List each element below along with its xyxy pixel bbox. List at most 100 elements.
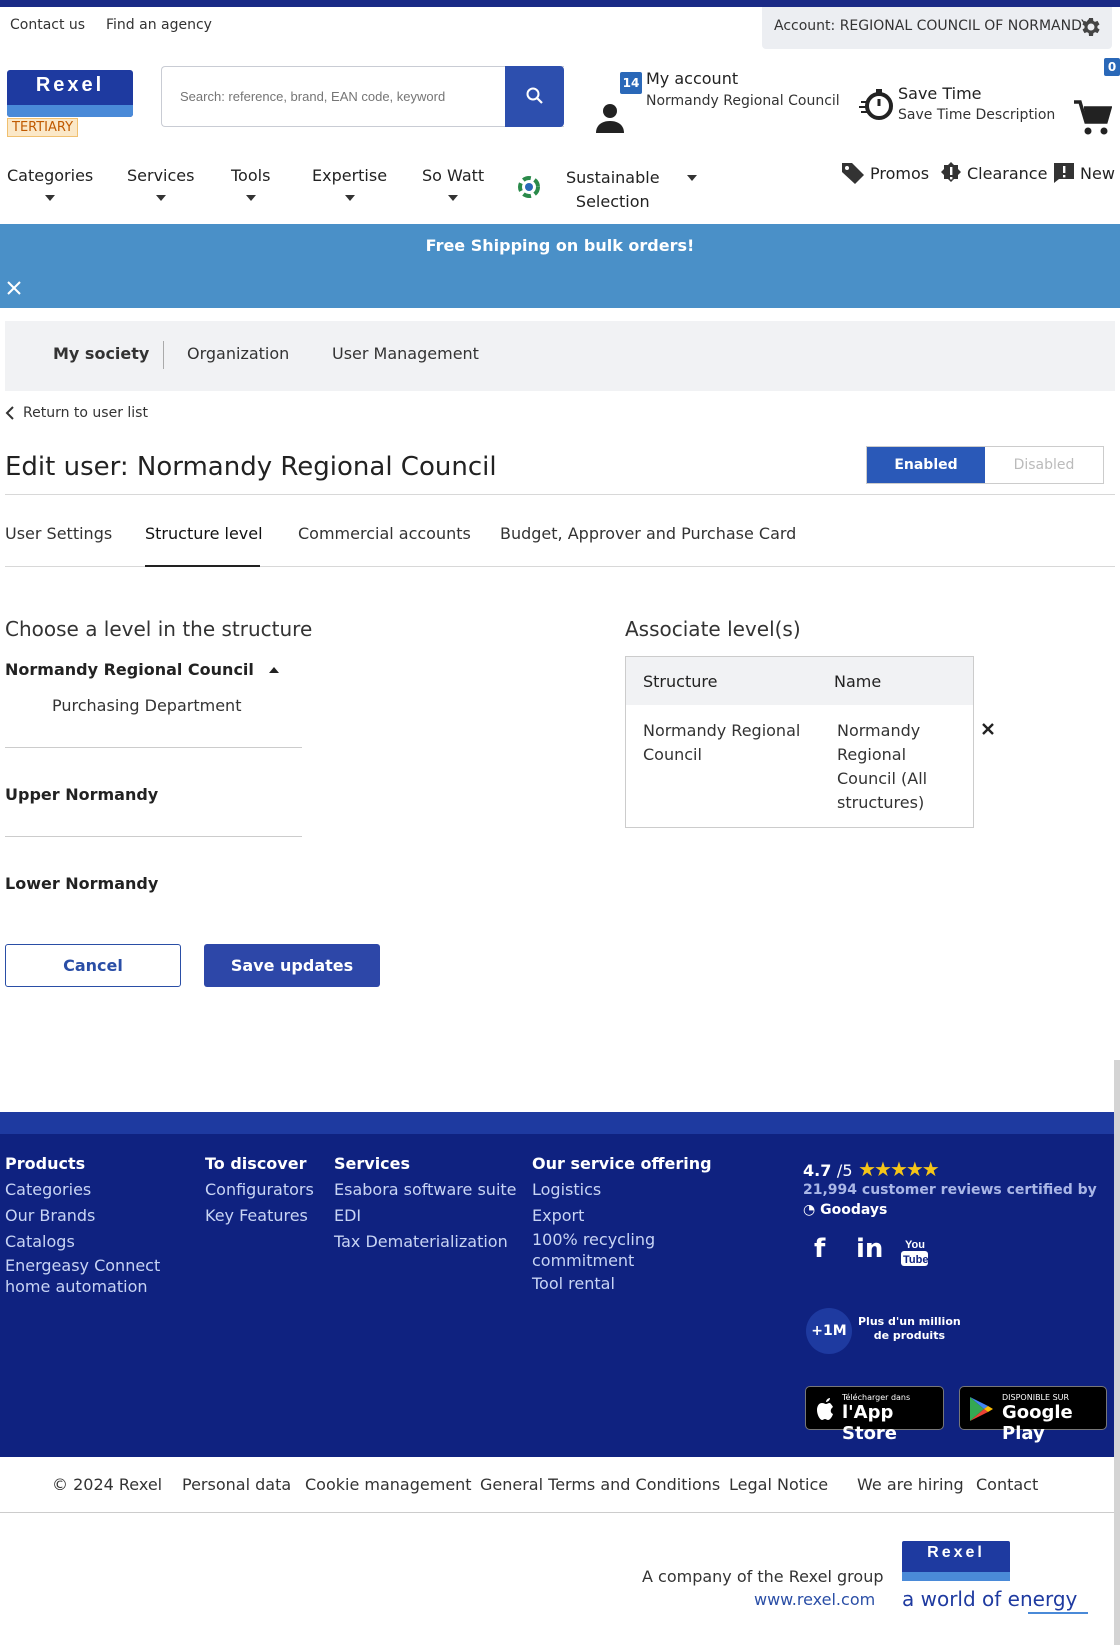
- top-stripe: [0, 0, 1120, 7]
- rexel-group-logo[interactable]: Rexel: [902, 1541, 1010, 1581]
- column-name: Name: [834, 672, 882, 691]
- nav-sustainable-selection[interactable]: Sustainable Selection: [566, 166, 660, 214]
- column-structure: Structure: [643, 672, 718, 691]
- footer-link[interactable]: Esabora software suite: [334, 1177, 517, 1203]
- footer-link[interactable]: Categories: [5, 1177, 165, 1203]
- associate-section-title: Associate level(s): [625, 617, 801, 641]
- legal-link-notice[interactable]: Legal Notice: [729, 1475, 828, 1494]
- divider: [5, 494, 1115, 495]
- tree-item-lower-normandy[interactable]: Lower Normandy: [5, 874, 158, 893]
- footer-link[interactable]: Key Features: [205, 1203, 314, 1229]
- subnav-my-society[interactable]: My society: [53, 344, 149, 363]
- footer-link[interactable]: EDI: [334, 1203, 517, 1229]
- contact-us-link[interactable]: Contact us: [10, 17, 85, 33]
- nav-categories[interactable]: Categories: [7, 166, 93, 201]
- status-disabled-option[interactable]: Disabled: [985, 447, 1103, 483]
- reviews-text: 21,994 customer reviews certified by: [803, 1182, 1097, 1198]
- my-account-link[interactable]: My account: [646, 69, 738, 88]
- footer-link[interactable]: Logistics: [532, 1177, 712, 1203]
- nav-tools[interactable]: Tools: [231, 166, 270, 201]
- footer-link[interactable]: Configurators: [205, 1177, 314, 1203]
- legal-link-cookies[interactable]: Cookie management: [305, 1475, 472, 1494]
- google-play-button[interactable]: DISPONIBLE SUR Google Play: [959, 1386, 1107, 1444]
- status-enabled-option[interactable]: Enabled: [867, 447, 985, 483]
- search-box[interactable]: [161, 66, 564, 127]
- account-selector[interactable]: Account: REGIONAL COUNCIL OF NORMANDY: [762, 7, 1112, 49]
- tab-commercial-accounts[interactable]: Commercial accounts: [298, 524, 471, 543]
- legal-link-contact[interactable]: Contact: [976, 1475, 1038, 1494]
- gear-icon[interactable]: [1078, 15, 1102, 39]
- legal-link-personal-data[interactable]: Personal data: [182, 1475, 291, 1494]
- footer-link[interactable]: Catalogs: [5, 1229, 165, 1255]
- goodays-icon: ◔: [803, 1202, 816, 1218]
- nav-expertise[interactable]: Expertise: [312, 166, 387, 201]
- footer-link[interactable]: 100% recycling commitment: [532, 1229, 662, 1271]
- legal-bar: © 2024 Rexel Personal data Cookie manage…: [0, 1457, 1120, 1513]
- star-rating-icon: ★★★★★: [858, 1157, 940, 1181]
- chevron-down-icon[interactable]: [687, 175, 697, 181]
- footer-link[interactable]: Our Brands: [5, 1203, 165, 1229]
- footer-link[interactable]: Energeasy Connect home automation: [5, 1255, 165, 1297]
- goodays-logo[interactable]: ◔ Goodays: [803, 1202, 887, 1218]
- svg-text:Tube: Tube: [903, 1254, 928, 1266]
- slogan: a world of energy: [902, 1587, 1078, 1611]
- user-icon[interactable]: [595, 102, 625, 134]
- search-input[interactable]: [162, 67, 564, 126]
- subnav-organization[interactable]: Organization: [187, 344, 289, 363]
- save-time-link[interactable]: Save Time: [898, 84, 982, 103]
- cart-icon[interactable]: [1072, 99, 1112, 137]
- tree-item-upper-normandy[interactable]: Upper Normandy: [5, 785, 158, 804]
- apple-icon: [817, 1398, 833, 1420]
- table-header: Structure Name: [626, 657, 973, 705]
- subnav-user-management[interactable]: User Management: [332, 344, 479, 363]
- app-store-button[interactable]: Télécharger dans l'App Store: [805, 1386, 944, 1444]
- nav-promos[interactable]: Promos: [840, 161, 929, 185]
- return-link[interactable]: Return to user list: [5, 405, 148, 421]
- account-name: Normandy Regional Council: [646, 93, 840, 109]
- tab-structure-level[interactable]: Structure level: [145, 524, 263, 543]
- youtube-icon[interactable]: You Tube: [900, 1236, 930, 1268]
- account-label: Account: REGIONAL COUNCIL OF NORMANDY: [774, 18, 1090, 34]
- chevron-up-icon[interactable]: [268, 666, 280, 674]
- status-toggle[interactable]: Enabled Disabled: [866, 446, 1104, 484]
- footer-link[interactable]: Tool rental: [532, 1271, 712, 1297]
- chevron-down-icon: [344, 195, 355, 201]
- chevron-down-icon: [245, 195, 256, 201]
- legal-link-hiring[interactable]: We are hiring: [857, 1475, 964, 1494]
- page-title: Edit user: Normandy Regional Council: [5, 452, 497, 482]
- company-text: A company of the Rexel group: [642, 1567, 884, 1586]
- linkedin-icon[interactable]: in: [856, 1234, 883, 1264]
- slogan-underline: [1028, 1612, 1088, 1614]
- search-icon: [526, 87, 543, 104]
- cancel-button[interactable]: Cancel: [5, 944, 181, 987]
- million-products-text: Plus d'un million de produits: [858, 1315, 961, 1342]
- close-icon[interactable]: [5, 279, 23, 297]
- tree-item-purchasing[interactable]: Purchasing Department: [52, 696, 241, 715]
- nav-services[interactable]: Services: [127, 166, 194, 201]
- tag-icon: [842, 163, 864, 184]
- rating: 4.7 /5 ★★★★★: [803, 1157, 940, 1181]
- search-button[interactable]: [505, 66, 564, 127]
- nav-clearance[interactable]: Clearance: [939, 161, 1047, 185]
- active-tab-indicator: [145, 565, 260, 567]
- nav-new[interactable]: New: [1052, 161, 1115, 185]
- rexel-logo[interactable]: Rexel: [7, 70, 133, 117]
- footer-discover: To discover Configurators Key Features: [205, 1154, 314, 1229]
- structure-section-title: Choose a level in the structure: [5, 617, 313, 641]
- stopwatch-icon[interactable]: [859, 86, 895, 122]
- tree-item-root[interactable]: Normandy Regional Council: [5, 660, 280, 679]
- facebook-icon[interactable]: f: [814, 1234, 825, 1264]
- legal-link-terms[interactable]: General Terms and Conditions: [480, 1475, 720, 1494]
- associate-table: Structure Name Normandy Regional Council…: [625, 656, 974, 828]
- footer-link[interactable]: Tax Dematerialization: [334, 1229, 517, 1255]
- tab-budget-approver[interactable]: Budget, Approver and Purchase Card: [500, 524, 796, 543]
- nav-so-watt[interactable]: So Watt: [422, 166, 484, 201]
- tab-user-settings[interactable]: User Settings: [5, 524, 112, 543]
- divider: [5, 747, 302, 748]
- scrollbar[interactable]: [1114, 1060, 1120, 1645]
- footer-link[interactable]: Export: [532, 1203, 712, 1229]
- rexel-site-link[interactable]: www.rexel.com: [754, 1590, 875, 1609]
- remove-icon[interactable]: [981, 722, 995, 736]
- save-updates-button[interactable]: Save updates: [204, 944, 380, 987]
- find-agency-link[interactable]: Find an agency: [106, 17, 212, 33]
